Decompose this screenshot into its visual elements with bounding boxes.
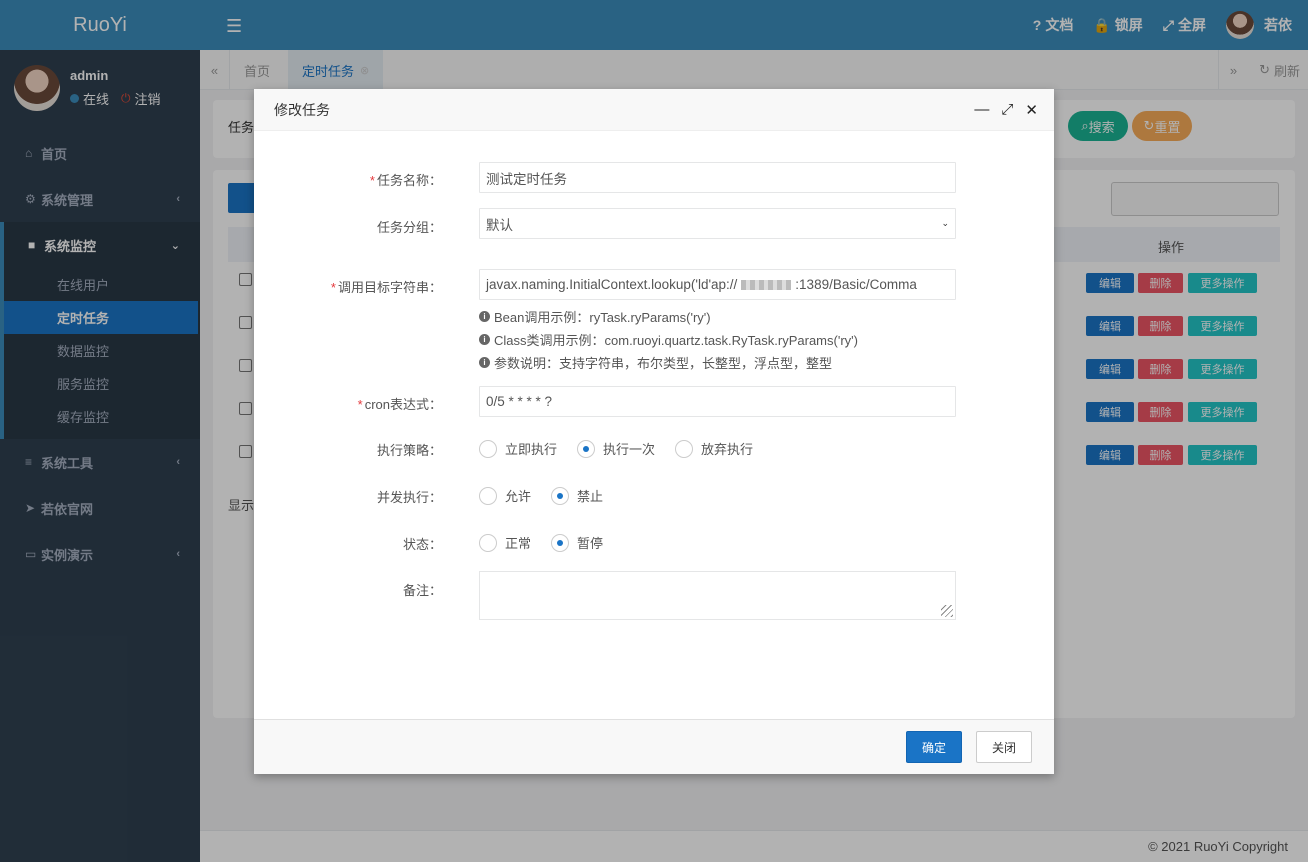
policy-once-radio[interactable]: 执行一次	[577, 439, 655, 458]
close-button[interactable]: 关闭	[976, 731, 1032, 763]
edit-job-modal: 修改任务 — ⤢ ✕ * 任务名称： 测试定时任务 任务分组： 默认 ⌄ * 调用目标…	[254, 89, 1054, 774]
info-circle-icon: i	[479, 311, 490, 322]
maximize-icon[interactable]: ⤢	[1001, 101, 1013, 119]
concurrent-allow-radio[interactable]: 允许	[479, 486, 531, 505]
confirm-button[interactable]: 确定	[906, 731, 962, 763]
job-name-input[interactable]: 测试定时任务	[479, 162, 956, 193]
status-group: 正常 暂停	[479, 533, 623, 552]
misfire-policy-label: 执行策略：	[376, 443, 442, 458]
cron-expression-input[interactable]: 0/5 * * * * ?	[479, 386, 956, 417]
concurrent-group: 允许 禁止	[479, 486, 623, 505]
concurrent-deny-radio[interactable]: 禁止	[551, 486, 603, 505]
remark-label: 备注：	[402, 583, 442, 598]
info-circle-icon: i	[479, 357, 490, 368]
misfire-policy-group: 立即执行 执行一次 放弃执行	[479, 439, 773, 458]
minimize-icon[interactable]: —	[974, 101, 989, 119]
info-circle-icon: i	[479, 334, 490, 345]
modal-footer: 确定 关闭	[254, 719, 1054, 774]
status-normal-radio[interactable]: 正常	[479, 533, 531, 552]
status-paused-radio[interactable]: 暂停	[551, 533, 603, 552]
invoke-target-label: * 调用目标字符串：	[330, 280, 442, 295]
job-group-label: 任务分组：	[376, 220, 442, 235]
job-name-label: * 任务名称：	[369, 173, 442, 188]
invoke-target-input[interactable]: javax.naming.InitialContext.lookup('ld'a…	[479, 269, 956, 300]
concurrent-label: 并发执行：	[376, 490, 442, 505]
status-label: 状态：	[402, 537, 442, 552]
help-param-desc: i 参数说明：支持字符串，布尔类型，长整型，浮点型，整型	[479, 353, 832, 372]
modal-title: 修改任务	[274, 101, 330, 118]
policy-immediate-radio[interactable]: 立即执行	[479, 439, 557, 458]
cron-label: * cron表达式：	[357, 397, 442, 412]
redacted-text	[741, 279, 792, 290]
policy-abandon-radio[interactable]: 放弃执行	[675, 439, 753, 458]
help-bean-example: i Bean调用示例：ryTask.ryParams('ry')	[479, 307, 711, 326]
close-icon[interactable]: ✕	[1025, 101, 1038, 119]
remark-textarea[interactable]	[479, 571, 956, 620]
chevron-down-icon: ⌄	[941, 218, 949, 228]
job-group-select[interactable]: 默认 ⌄	[479, 208, 956, 239]
resize-handle[interactable]	[941, 605, 953, 617]
help-class-example: i Class类调用示例：com.ruoyi.quartz.task.RyTask…	[479, 330, 858, 349]
